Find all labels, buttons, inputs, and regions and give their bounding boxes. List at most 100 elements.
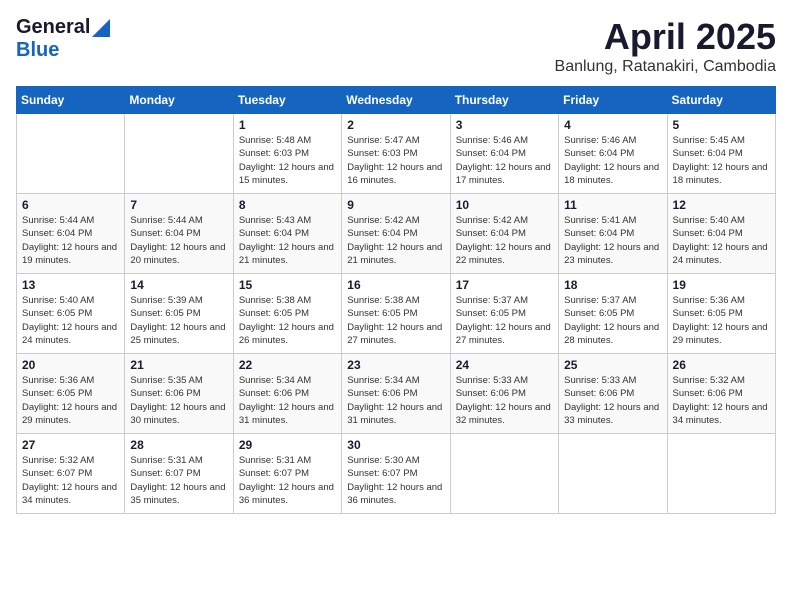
- calendar-cell: 24 Sunrise: 5:33 AMSunset: 6:06 PMDayligh…: [450, 354, 558, 434]
- day-info: Sunrise: 5:42 AMSunset: 6:04 PMDaylight:…: [456, 214, 553, 267]
- calendar-cell: 15 Sunrise: 5:38 AMSunset: 6:05 PMDayligh…: [233, 274, 341, 354]
- day-number: 5: [673, 118, 770, 132]
- weekday-header-monday: Monday: [125, 87, 233, 114]
- day-info: Sunrise: 5:33 AMSunset: 6:06 PMDaylight:…: [456, 374, 553, 427]
- calendar-cell: [667, 434, 775, 514]
- day-info: Sunrise: 5:31 AMSunset: 6:07 PMDaylight:…: [239, 454, 336, 507]
- day-number: 14: [130, 278, 227, 292]
- day-number: 19: [673, 278, 770, 292]
- calendar-cell: 12Sunrise: 5:40 AMSunset: 6:04 PMDayligh…: [667, 194, 775, 274]
- day-number: 26: [673, 358, 770, 372]
- day-number: 22: [239, 358, 336, 372]
- weekday-header-tuesday: Tuesday: [233, 87, 341, 114]
- calendar-cell: [559, 434, 667, 514]
- day-number: 17: [456, 278, 553, 292]
- day-number: 28: [130, 438, 227, 452]
- calendar-cell: 22 Sunrise: 5:34 AMSunset: 6:06 PMDayligh…: [233, 354, 341, 434]
- day-number: 29: [239, 438, 336, 452]
- day-info: Sunrise: 5:41 AMSunset: 6:04 PMDaylight:…: [564, 214, 661, 267]
- logo-triangle-icon: [92, 19, 110, 37]
- calendar-cell: 4Sunrise: 5:46 AMSunset: 6:04 PMDaylight…: [559, 114, 667, 194]
- day-number: 9: [347, 198, 444, 212]
- day-number: 30: [347, 438, 444, 452]
- calendar-week-row: 1 Sunrise: 5:48 AMSunset: 6:03 PMDaylight…: [17, 114, 776, 194]
- day-number: 11: [564, 198, 661, 212]
- day-number: 6: [22, 198, 119, 212]
- calendar-cell: 6Sunrise: 5:44 AMSunset: 6:04 PMDaylight…: [17, 194, 125, 274]
- day-number: 21: [130, 358, 227, 372]
- day-info: Sunrise: 5:37 AMSunset: 6:05 PMDaylight:…: [456, 294, 553, 347]
- day-info: Sunrise: 5:34 AMSunset: 6:06 PMDaylight:…: [347, 374, 444, 427]
- calendar-cell: 30Sunrise: 5:30 AMSunset: 6:07 PMDayligh…: [342, 434, 450, 514]
- weekday-header-thursday: Thursday: [450, 87, 558, 114]
- calendar-week-row: 20 Sunrise: 5:36 AMSunset: 6:05 PMDayligh…: [17, 354, 776, 434]
- calendar-cell: 28 Sunrise: 5:31 AMSunset: 6:07 PMDayligh…: [125, 434, 233, 514]
- weekday-header-sunday: Sunday: [17, 87, 125, 114]
- calendar-cell: 7 Sunrise: 5:44 AMSunset: 6:04 PMDaylight…: [125, 194, 233, 274]
- day-info: Sunrise: 5:43 AMSunset: 6:04 PMDaylight:…: [239, 214, 336, 267]
- day-number: 27: [22, 438, 119, 452]
- calendar-cell: 11 Sunrise: 5:41 AMSunset: 6:04 PMDayligh…: [559, 194, 667, 274]
- day-info: Sunrise: 5:48 AMSunset: 6:03 PMDaylight:…: [239, 134, 336, 187]
- day-info: Sunrise: 5:32 AMSunset: 6:07 PMDaylight:…: [22, 454, 119, 507]
- calendar-cell: 26 Sunrise: 5:32 AMSunset: 6:06 PMDayligh…: [667, 354, 775, 434]
- day-info: Sunrise: 5:33 AMSunset: 6:06 PMDaylight:…: [564, 374, 661, 427]
- day-info: Sunrise: 5:40 AMSunset: 6:05 PMDaylight:…: [22, 294, 119, 347]
- page-header: General Blue April 2025 Banlung, Ratanak…: [16, 16, 776, 76]
- day-number: 4: [564, 118, 661, 132]
- calendar-week-row: 13 Sunrise: 5:40 AMSunset: 6:05 PMDayligh…: [17, 274, 776, 354]
- calendar-week-row: 27 Sunrise: 5:32 AMSunset: 6:07 PMDayligh…: [17, 434, 776, 514]
- day-number: 13: [22, 278, 119, 292]
- day-number: 23: [347, 358, 444, 372]
- day-info: Sunrise: 5:47 AMSunset: 6:03 PMDaylight:…: [347, 134, 444, 187]
- day-info: Sunrise: 5:34 AMSunset: 6:06 PMDaylight:…: [239, 374, 336, 427]
- day-number: 24: [456, 358, 553, 372]
- day-info: Sunrise: 5:36 AMSunset: 6:05 PMDaylight:…: [673, 294, 770, 347]
- day-info: Sunrise: 5:31 AMSunset: 6:07 PMDaylight:…: [130, 454, 227, 507]
- calendar-cell: 8 Sunrise: 5:43 AMSunset: 6:04 PMDaylight…: [233, 194, 341, 274]
- day-info: Sunrise: 5:44 AMSunset: 6:04 PMDaylight:…: [130, 214, 227, 267]
- day-info: Sunrise: 5:39 AMSunset: 6:05 PMDaylight:…: [130, 294, 227, 347]
- calendar-cell: 23 Sunrise: 5:34 AMSunset: 6:06 PMDayligh…: [342, 354, 450, 434]
- month-title: April 2025: [555, 16, 776, 58]
- day-info: Sunrise: 5:42 AMSunset: 6:04 PMDaylight:…: [347, 214, 444, 267]
- calendar-week-row: 6 Sunrise: 5:44 AMSunset: 6:04 PMDaylight…: [17, 194, 776, 274]
- day-number: 1: [239, 118, 336, 132]
- calendar-cell: 1 Sunrise: 5:48 AMSunset: 6:03 PMDaylight…: [233, 114, 341, 194]
- day-number: 8: [239, 198, 336, 212]
- calendar-table: SundayMondayTuesdayWednesdayThursdayFrid…: [16, 86, 776, 514]
- calendar-cell: [125, 114, 233, 194]
- calendar-cell: 2 Sunrise: 5:47 AMSunset: 6:03 PMDaylight…: [342, 114, 450, 194]
- day-info: Sunrise: 5:37 AMSunset: 6:05 PMDaylight:…: [564, 294, 661, 347]
- day-info: Sunrise: 5:38 AMSunset: 6:05 PMDaylight:…: [239, 294, 336, 347]
- day-number: 20: [22, 358, 119, 372]
- logo-general: General: [16, 16, 90, 39]
- day-number: 15: [239, 278, 336, 292]
- day-number: 25: [564, 358, 661, 372]
- day-number: 3: [456, 118, 553, 132]
- calendar-cell: 3 Sunrise: 5:46 AMSunset: 6:04 PMDaylight…: [450, 114, 558, 194]
- logo: General Blue: [16, 16, 110, 62]
- day-number: 2: [347, 118, 444, 132]
- weekday-header-wednesday: Wednesday: [342, 87, 450, 114]
- day-number: 18: [564, 278, 661, 292]
- day-number: 7: [130, 198, 227, 212]
- day-info: Sunrise: 5:45 AMSunset: 6:04 PMDaylight:…: [673, 134, 770, 187]
- day-number: 10: [456, 198, 553, 212]
- day-info: Sunrise: 5:35 AMSunset: 6:06 PMDaylight:…: [130, 374, 227, 427]
- calendar-cell: 9 Sunrise: 5:42 AMSunset: 6:04 PMDaylight…: [342, 194, 450, 274]
- day-info: Sunrise: 5:32 AMSunset: 6:06 PMDaylight:…: [673, 374, 770, 427]
- calendar-cell: 17 Sunrise: 5:37 AMSunset: 6:05 PMDayligh…: [450, 274, 558, 354]
- weekday-header-friday: Friday: [559, 87, 667, 114]
- calendar-cell: 19 Sunrise: 5:36 AMSunset: 6:05 PMDayligh…: [667, 274, 775, 354]
- calendar-cell: 10 Sunrise: 5:42 AMSunset: 6:04 PMDayligh…: [450, 194, 558, 274]
- weekday-header-saturday: Saturday: [667, 87, 775, 114]
- calendar-cell: 29 Sunrise: 5:31 AMSunset: 6:07 PMDayligh…: [233, 434, 341, 514]
- day-info: Sunrise: 5:36 AMSunset: 6:05 PMDaylight:…: [22, 374, 119, 427]
- day-info: Sunrise: 5:46 AMSunset: 6:04 PMDaylight:…: [456, 134, 553, 187]
- title-block: April 2025 Banlung, Ratanakiri, Cambodia: [555, 16, 776, 76]
- location-title: Banlung, Ratanakiri, Cambodia: [555, 58, 776, 76]
- calendar-header-row: SundayMondayTuesdayWednesdayThursdayFrid…: [17, 87, 776, 114]
- calendar-cell: 5 Sunrise: 5:45 AMSunset: 6:04 PMDaylight…: [667, 114, 775, 194]
- calendar-cell: 25 Sunrise: 5:33 AMSunset: 6:06 PMDayligh…: [559, 354, 667, 434]
